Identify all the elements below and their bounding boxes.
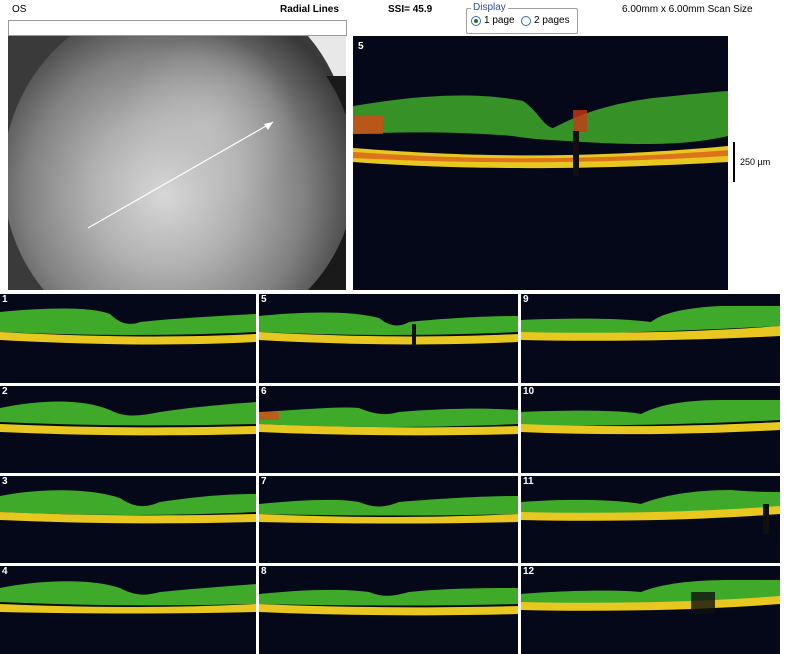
- bscan-thumbnail-image: [259, 386, 518, 473]
- bscan-thumbnail-image: [259, 566, 518, 654]
- bscan-thumbnail-image: [259, 294, 518, 383]
- bscan-main-number: 5: [358, 41, 364, 52]
- bscan-thumbnail-number: 1: [2, 294, 8, 305]
- bscan-thumbnail[interactable]: 5: [259, 294, 518, 383]
- scan-size-label: 6.00mm x 6.00mm Scan Size: [622, 4, 753, 15]
- radio-selected-icon: [471, 15, 481, 26]
- bscan-thumbnail-image: [521, 566, 780, 654]
- bscan-thumbnail-number: 5: [261, 294, 267, 305]
- bscan-thumbnail-number: 11: [523, 476, 534, 487]
- info-box: [8, 20, 347, 36]
- bscan-thumbnail-image: [521, 386, 780, 473]
- bscan-thumbnail-number: 9: [523, 294, 529, 305]
- bscan-thumbnail[interactable]: 2: [0, 386, 256, 473]
- bscan-thumbnail-number: 3: [2, 476, 8, 487]
- radio-label-1-page: 1 page: [484, 15, 515, 26]
- bscan-thumbnail-number: 7: [261, 476, 267, 487]
- bscan-thumbnail[interactable]: 6: [259, 386, 518, 473]
- fundus-image: [8, 36, 346, 290]
- bscan-thumbnail-image: [0, 294, 256, 383]
- bscan-thumbnail[interactable]: 4: [0, 566, 256, 654]
- scale-bar: [733, 142, 735, 182]
- bscan-thumbnail-number: 4: [2, 566, 8, 577]
- scale-bar-label: 250 µm: [740, 157, 771, 167]
- bscan-thumbnail[interactable]: 1: [0, 294, 256, 383]
- display-group: Display 1 page 2 pages: [466, 2, 578, 34]
- bscan-thumbnail-image: [0, 566, 256, 654]
- bscan-thumbnail-number: 12: [523, 566, 535, 577]
- display-legend: Display: [471, 2, 508, 13]
- bscan-thumbnail-number: 2: [2, 386, 8, 397]
- bscan-thumbnail[interactable]: 9: [521, 294, 780, 383]
- bscan-thumbnail-number: 6: [261, 386, 267, 397]
- bscan-thumbnail[interactable]: 7: [259, 476, 518, 563]
- bscan-thumbnail-image: [521, 476, 780, 563]
- bscan-thumbnail[interactable]: 3: [0, 476, 256, 563]
- display-2-pages-radio[interactable]: 2 pages: [521, 15, 570, 26]
- bscan-thumbnail[interactable]: 8: [259, 566, 518, 654]
- radio-label-2-pages: 2 pages: [534, 15, 570, 26]
- bscan-thumbnail-image: [521, 294, 780, 383]
- bscan-thumbnail-number: 8: [261, 566, 267, 577]
- signal-strength-index: SSI= 45.9: [388, 4, 433, 15]
- bscan-thumbnail-image: [0, 476, 256, 563]
- bscan-thumbnail-image: [259, 476, 518, 563]
- bscan-thumbnail-number: 10: [523, 386, 535, 397]
- scan-name: Radial Lines: [280, 4, 339, 15]
- bscan-thumbnail[interactable]: 10: [521, 386, 780, 473]
- bscan-thumbnail[interactable]: 11: [521, 476, 780, 563]
- radio-unselected-icon: [521, 15, 531, 26]
- bscan-thumbnail-image: [0, 386, 256, 473]
- display-1-page-radio[interactable]: 1 page: [471, 15, 515, 26]
- bscan-main-image: [353, 36, 728, 290]
- bscan-main: 5: [353, 36, 728, 290]
- bscan-thumbnail[interactable]: 12: [521, 566, 780, 654]
- eye-label: OS: [12, 4, 27, 15]
